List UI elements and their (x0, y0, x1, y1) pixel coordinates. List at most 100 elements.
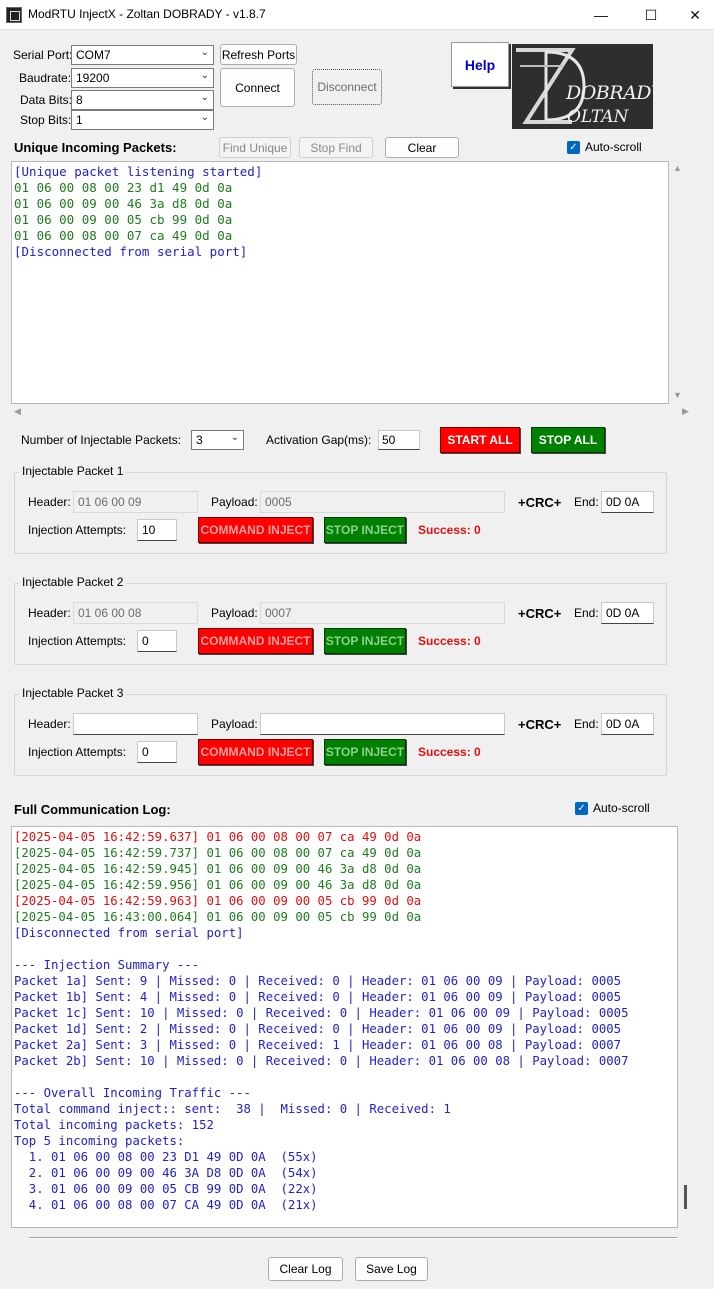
activation-gap-input[interactable]: 50 (378, 430, 420, 450)
injection-attempts-label: Injection Attempts: (28, 634, 127, 648)
minimize-button[interactable]: — (578, 0, 624, 30)
unique-packet-line: [Unique packet listening started] (14, 164, 263, 179)
payload-label: Payload: (211, 717, 258, 731)
serial-port-value: COM7 (76, 48, 111, 62)
log-line: [2025-04-05 16:42:59.737] 01 06 00 08 00… (14, 846, 422, 860)
chevron-down-icon: ⌄ (200, 47, 209, 58)
payload-input[interactable] (260, 713, 505, 735)
payload-input[interactable]: 0007 (260, 602, 505, 624)
log-autoscroll-checkbox[interactable]: ✓ (575, 802, 588, 815)
crc-label: +CRC+ (518, 495, 562, 510)
clear-button[interactable]: Clear (385, 137, 459, 158)
log-line: Packet 1c] Sent: 10 | Missed: 0 | Receiv… (14, 1006, 629, 1020)
success-count: Success: 0 (418, 634, 481, 648)
header-label: Header: (28, 717, 71, 731)
close-button[interactable]: ✕ (672, 0, 714, 30)
full-log-textarea[interactable]: [2025-04-05 16:42:59.637] 01 06 00 08 00… (11, 826, 678, 1228)
unique-packets-title: Unique Incoming Packets: (14, 140, 177, 155)
stop-inject-button[interactable]: STOP INJECT (324, 628, 406, 654)
injection-attempts-input[interactable]: 0 (137, 630, 177, 652)
help-button[interactable]: Help (451, 42, 509, 87)
payload-label: Payload: (211, 606, 258, 620)
log-line: [2025-04-05 16:42:59.956] 01 06 00 09 00… (14, 878, 422, 892)
crc-label: +CRC+ (518, 606, 562, 621)
refresh-ports-button[interactable]: Refresh Ports (220, 44, 297, 65)
injectable-packet-title: Injectable Packet 1 (19, 464, 127, 478)
header-input[interactable]: 01 06 00 09 (73, 491, 198, 513)
horizontal-scrollbar[interactable]: ◀ ▶ (11, 405, 691, 419)
window-title: ModRTU InjectX - Zoltan DOBRADY - v1.8.7 (28, 7, 266, 21)
log-line: Packet 1b] Sent: 4 | Missed: 0 | Receive… (14, 990, 622, 1004)
end-label: End: (574, 717, 599, 731)
num-packets-value: 3 (196, 433, 203, 447)
unique-packets-textarea[interactable]: [Unique packet listening started] 01 06 0… (11, 161, 669, 404)
scroll-up-icon[interactable]: ▲ (673, 163, 682, 173)
injection-attempts-input[interactable]: 10 (137, 519, 177, 541)
num-packets-label: Number of Injectable Packets: (21, 433, 182, 447)
maximize-button[interactable]: ☐ (628, 0, 674, 30)
unique-autoscroll-checkbox[interactable]: ✓ (567, 141, 580, 154)
stopbits-value: 1 (76, 113, 83, 127)
log-line: --- Overall Incoming Traffic --- (14, 1086, 251, 1100)
log-line: 3. 01 06 00 09 00 05 CB 99 0D 0A (22x) (14, 1182, 318, 1196)
num-packets-select[interactable]: 3 ⌄ (191, 430, 244, 450)
baudrate-value: 19200 (76, 71, 110, 85)
log-line: Total command inject:: sent: 38 | Missed… (14, 1102, 451, 1116)
success-count: Success: 0 (418, 745, 481, 759)
payload-label: Payload: (211, 495, 258, 509)
databits-select[interactable]: 8 ⌄ (71, 90, 214, 110)
end-input[interactable]: 0D 0A (601, 602, 654, 624)
log-line: [2025-04-05 16:42:59.963] 01 06 00 09 00… (14, 894, 422, 908)
end-label: End: (574, 495, 599, 509)
chevron-down-icon: ⌄ (200, 70, 209, 81)
header-input[interactable] (73, 713, 198, 735)
serial-port-select[interactable]: COM7 ⌄ (71, 45, 214, 65)
logo: DOBRADY OLTAN (512, 44, 653, 129)
start-all-button[interactable]: START ALL (440, 427, 520, 453)
save-log-button[interactable]: Save Log (355, 1257, 428, 1281)
command-inject-button[interactable]: COMMAND INJECT (198, 628, 313, 654)
log-line: Top 5 incoming packets: (14, 1134, 185, 1148)
unique-autoscroll-label: Auto-scroll (585, 140, 642, 154)
clear-log-button[interactable]: Clear Log (268, 1257, 343, 1281)
serial-port-label: Serial Port: (13, 48, 73, 62)
log-line: [Disconnected from serial port] (14, 926, 244, 940)
baudrate-label: Baudrate: (19, 71, 72, 85)
scroll-left-icon[interactable]: ◀ (14, 406, 21, 417)
header-input[interactable]: 01 06 00 08 (73, 602, 198, 624)
scroll-down-icon[interactable]: ▼ (673, 390, 682, 400)
payload-input[interactable]: 0005 (260, 491, 505, 513)
command-inject-button[interactable]: COMMAND INJECT (198, 739, 313, 765)
logo-text-dobrady: DOBRADY (566, 82, 653, 104)
stopbits-select[interactable]: 1 ⌄ (71, 110, 214, 130)
injectable-packet-title: Injectable Packet 3 (19, 686, 127, 700)
injection-attempts-input[interactable]: 0 (137, 741, 177, 763)
command-inject-button[interactable]: COMMAND INJECT (198, 517, 313, 543)
injection-attempts-label: Injection Attempts: (28, 523, 127, 537)
title-bar: ModRTU InjectX - Zoltan DOBRADY - v1.8.7… (0, 0, 714, 30)
end-label: End: (574, 606, 599, 620)
stop-inject-button[interactable]: STOP INJECT (324, 739, 406, 765)
log-line: Total incoming packets: 152 (14, 1118, 214, 1132)
disconnect-button[interactable]: Disconnect (312, 69, 382, 105)
log-line: 2. 01 06 00 09 00 46 3A D8 0D 0A (54x) (14, 1166, 318, 1180)
end-input[interactable]: 0D 0A (601, 491, 654, 513)
header-label: Header: (28, 495, 71, 509)
log-scrollbar-thumb[interactable] (684, 1185, 687, 1209)
unique-packet-line: 01 06 00 09 00 46 3a d8 0d 0a (14, 196, 233, 211)
injectable-packet-title: Injectable Packet 2 (19, 575, 127, 589)
injection-attempts-label: Injection Attempts: (28, 745, 127, 759)
baudrate-select[interactable]: 19200 ⌄ (71, 68, 214, 88)
stop-inject-button[interactable]: STOP INJECT (324, 517, 406, 543)
find-unique-button[interactable]: Find Unique (219, 137, 291, 158)
scroll-right-icon[interactable]: ▶ (682, 406, 689, 417)
connect-button[interactable]: Connect (220, 68, 295, 107)
stop-all-button[interactable]: STOP ALL (531, 427, 605, 453)
end-input[interactable]: 0D 0A (601, 713, 654, 735)
stop-find-button[interactable]: Stop Find (299, 137, 373, 158)
divider (29, 1237, 677, 1239)
full-log-title: Full Communication Log: (14, 802, 171, 817)
unique-vertical-scrollbar[interactable]: ▲ ▼ (669, 161, 686, 404)
